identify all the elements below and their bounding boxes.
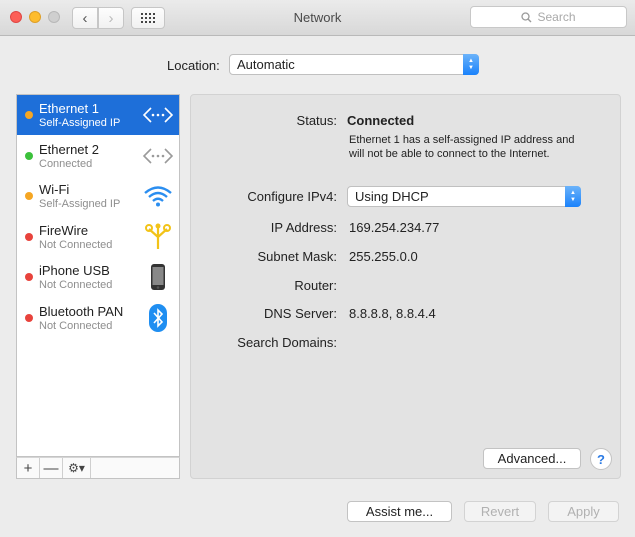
service-item[interactable]: Bluetooth PAN Not Connected [17,298,179,338]
search-field[interactable]: Search [470,6,627,28]
search-icon [521,11,532,22]
configure-ipv4-value: Using DHCP [355,189,429,204]
status-dot [25,232,33,241]
location-stepper-icon: ▲ ▼ [463,54,479,75]
add-service-button[interactable]: + [17,458,40,478]
service-item[interactable]: Ethernet 1 Self-Assigned IP [17,95,179,135]
action-menu-button[interactable]: ⚙▾ [63,458,91,478]
title-bar: ‹ › Network Search [0,0,635,36]
search-domains-label: Search Domains: [237,335,337,350]
status-value: Connected [347,113,415,128]
revert-button[interactable]: Revert [464,501,536,522]
service-status: Not Connected [39,238,113,251]
firewire-icon [141,223,175,251]
dns-server-value: 8.8.8.8, 8.8.4.4 [349,306,436,321]
service-name: Bluetooth PAN [39,303,124,319]
service-item[interactable]: iPhone USB Not Connected [17,257,179,297]
service-name: iPhone USB [39,263,110,278]
subnet-mask-label: Subnet Mask: [257,249,338,264]
ip-address-value: 169.254.234.77 [349,220,440,235]
status-dot [25,273,33,281]
apply-button[interactable]: Apply [548,501,619,522]
advanced-button[interactable]: Advanced... [483,448,581,469]
service-list[interactable]: Ethernet 1 Self-Assigned IP Ethernet 2 Conn… [16,94,180,457]
router-label: Router: [294,278,337,293]
status-dot [25,151,33,160]
location-value: Automatic [237,57,295,72]
service-status: Connected [39,157,93,170]
status-dot [25,192,33,200]
location-select[interactable]: Automatic ▲ ▼ [229,54,479,75]
service-name: Ethernet 2 [39,141,99,157]
service-name: Wi-Fi [39,182,70,197]
subnet-mask-value: 255.255.0.0 [349,249,418,264]
configure-ipv4-select[interactable]: Using DHCP ▲ ▼ [347,186,581,207]
remove-service-button[interactable]: — [40,458,63,478]
assist-me-button[interactable]: Assist me... [347,501,452,522]
ipv4-stepper-icon: ▲ ▼ [565,186,581,207]
service-status: Not Connected [39,319,113,332]
dns-server-label: DNS Server: [264,306,337,321]
service-name: FireWire [39,222,89,238]
service-item[interactable]: Wi-Fi Self-Assigned IP [17,176,179,216]
service-item[interactable]: Ethernet 2 Connected [17,136,179,176]
status-dot [25,111,33,119]
wifi-icon [141,182,175,210]
iphone-icon [141,263,175,291]
status-description: Ethernet 1 has a self-assigned IP addres… [349,134,575,160]
gear-icon: ⚙▾ [68,461,85,475]
service-item[interactable]: FireWire Not Connected [17,217,179,257]
service-list-toolbar: + — ⚙▾ [16,457,180,479]
ip-address-label: IP Address: [270,220,337,235]
bluetooth-icon [141,303,175,332]
service-status: Self-Assigned IP [39,117,121,129]
service-status: Not Connected [39,279,113,291]
service-status: Self-Assigned IP [39,198,121,210]
detail-panel: Status: Connected Ethernet 1 has a self-… [190,94,621,479]
search-placeholder: Search [537,10,576,24]
help-button[interactable]: ? [590,448,612,470]
location-label: Location: [167,58,220,73]
status-dot [25,313,33,322]
ethernet-icon [141,101,175,129]
configure-ipv4-label: Configure IPv4: [247,189,337,204]
status-label: Status: [296,113,337,128]
ethernet-icon [141,142,175,170]
service-name: Ethernet 1 [39,101,99,116]
